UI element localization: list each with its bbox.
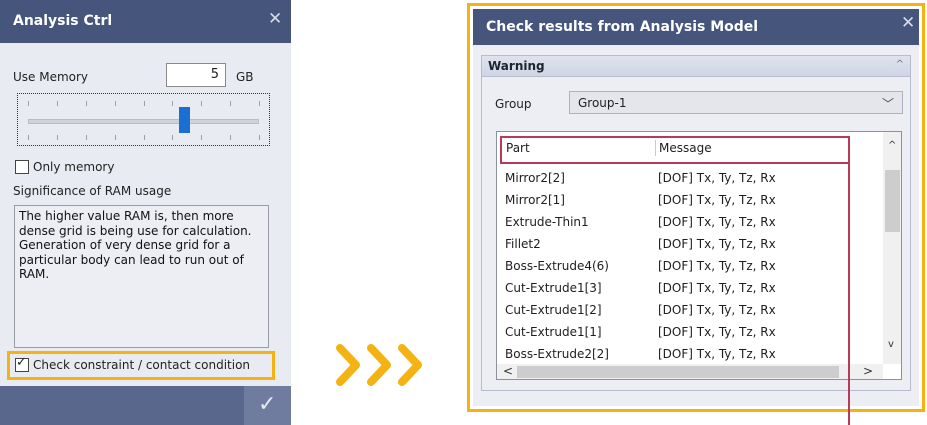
significance-label: Significance of RAM usage [13, 184, 172, 198]
header-highlight-box [500, 136, 850, 164]
check-constraint-label: Check constraint / contact condition [33, 358, 251, 372]
memory-input[interactable]: 5 [166, 63, 226, 87]
only-memory-label: Only memory [33, 160, 115, 174]
close-icon[interactable]: ✕ [901, 15, 915, 32]
vertical-scroll-thumb[interactable] [885, 170, 900, 232]
part-cell: Fillet2 [505, 237, 541, 251]
collapse-icon[interactable]: ^ [896, 59, 904, 70]
table-row[interactable]: Fillet2 [DOF] Tx, Ty, Tz, Rx [497, 234, 883, 256]
scroll-left-icon[interactable]: < [503, 364, 513, 378]
results-table: Part Message Mirror2[2] [DOF] Tx, Ty, Tz… [496, 131, 902, 380]
horizontal-scrollbar[interactable]: < > [497, 364, 883, 379]
vertical-scrollbar[interactable]: ^ v [883, 132, 901, 364]
table-row[interactable]: Cut-Extrude1[2] [DOF] Tx, Ty, Tz, Rx [497, 300, 883, 322]
only-memory-checkbox[interactable] [15, 160, 29, 174]
table-row[interactable]: Extrude-Thin1 [DOF] Tx, Ty, Tz, Rx [497, 212, 883, 234]
part-cell: Cut-Extrude1[1] [505, 325, 602, 339]
slider-ticks-bottom [28, 135, 260, 140]
part-cell: Cut-Extrude1[3] [505, 281, 602, 295]
next-step-arrows-icon [336, 344, 422, 386]
group-select[interactable]: Group-1 ﹀ [569, 91, 903, 114]
analysis-ctrl-dialog: Analysis Ctrl ✕ Use Memory 5 GB Only mem… [0, 0, 291, 425]
memory-slider[interactable] [17, 93, 270, 146]
table-row[interactable]: Mirror2[1] [DOF] Tx, Ty, Tz, Rx [497, 190, 883, 212]
part-cell: Mirror2[2] [505, 171, 565, 185]
message-cell: [DOF] Tx, Ty, Tz, Rx [658, 259, 776, 273]
slider-track [28, 119, 259, 124]
memory-unit-label: GB [236, 70, 254, 84]
ok-button[interactable]: ✓ [244, 386, 291, 425]
highlight-callout-line [848, 164, 850, 425]
message-cell: [DOF] Tx, Ty, Tz, Rx [658, 347, 776, 361]
analysis-ctrl-titlebar: Analysis Ctrl ✕ [0, 0, 291, 43]
group-label: Group [495, 97, 532, 111]
table-row[interactable]: Boss-Extrude2[2] [DOF] Tx, Ty, Tz, Rx [497, 344, 883, 366]
table-row[interactable]: Cut-Extrude1[3] [DOF] Tx, Ty, Tz, Rx [497, 278, 883, 300]
chevron-down-icon: ﹀ [881, 97, 894, 111]
analysis-ctrl-title: Analysis Ctrl [13, 13, 113, 29]
warning-section-title: Warning [488, 59, 545, 73]
slider-thumb[interactable] [179, 107, 190, 133]
message-cell: [DOF] Tx, Ty, Tz, Rx [658, 193, 776, 207]
warning-section-header[interactable]: Warning ^ [481, 55, 911, 77]
table-row[interactable]: Boss-Extrude4(6) [DOF] Tx, Ty, Tz, Rx [497, 256, 883, 278]
scroll-up-icon[interactable]: ^ [888, 140, 896, 151]
message-cell: [DOF] Tx, Ty, Tz, Rx [658, 303, 776, 317]
message-cell: [DOF] Tx, Ty, Tz, Rx [658, 171, 776, 185]
part-cell: Boss-Extrude2[2] [505, 347, 609, 361]
scroll-right-icon[interactable]: > [863, 364, 873, 378]
message-cell: [DOF] Tx, Ty, Tz, Rx [658, 215, 776, 229]
ram-description-text: The higher value RAM is, then more dense… [14, 205, 269, 348]
check-constraint-checkbox[interactable]: ✓ [15, 355, 29, 372]
table-row[interactable]: Mirror2[2] [DOF] Tx, Ty, Tz, Rx [497, 168, 883, 190]
part-cell: Mirror2[1] [505, 193, 565, 207]
check-results-titlebar: Check results from Analysis Model ✕ [473, 9, 919, 45]
slider-ticks-top [28, 101, 260, 106]
table-row[interactable]: Cut-Extrude1[1] [DOF] Tx, Ty, Tz, Rx [497, 322, 883, 344]
part-cell: Cut-Extrude1[2] [505, 303, 602, 317]
message-cell: [DOF] Tx, Ty, Tz, Rx [658, 325, 776, 339]
close-icon[interactable]: ✕ [268, 11, 282, 28]
checkmark-icon: ✓ [258, 392, 277, 417]
part-cell: Boss-Extrude4(6) [505, 259, 609, 273]
group-select-value: Group-1 [578, 96, 627, 110]
message-cell: [DOF] Tx, Ty, Tz, Rx [658, 237, 776, 251]
check-results-dialog: Check results from Analysis Model ✕ Warn… [473, 9, 919, 406]
horizontal-scroll-thumb[interactable] [517, 366, 839, 378]
checkmark-icon: ✓ [16, 355, 27, 370]
part-cell: Extrude-Thin1 [505, 215, 589, 229]
analysis-ctrl-footer: ✓ [0, 386, 291, 425]
scroll-down-icon[interactable]: v [888, 339, 894, 350]
message-cell: [DOF] Tx, Ty, Tz, Rx [658, 281, 776, 295]
check-results-title: Check results from Analysis Model [486, 19, 759, 35]
use-memory-label: Use Memory [13, 70, 89, 84]
